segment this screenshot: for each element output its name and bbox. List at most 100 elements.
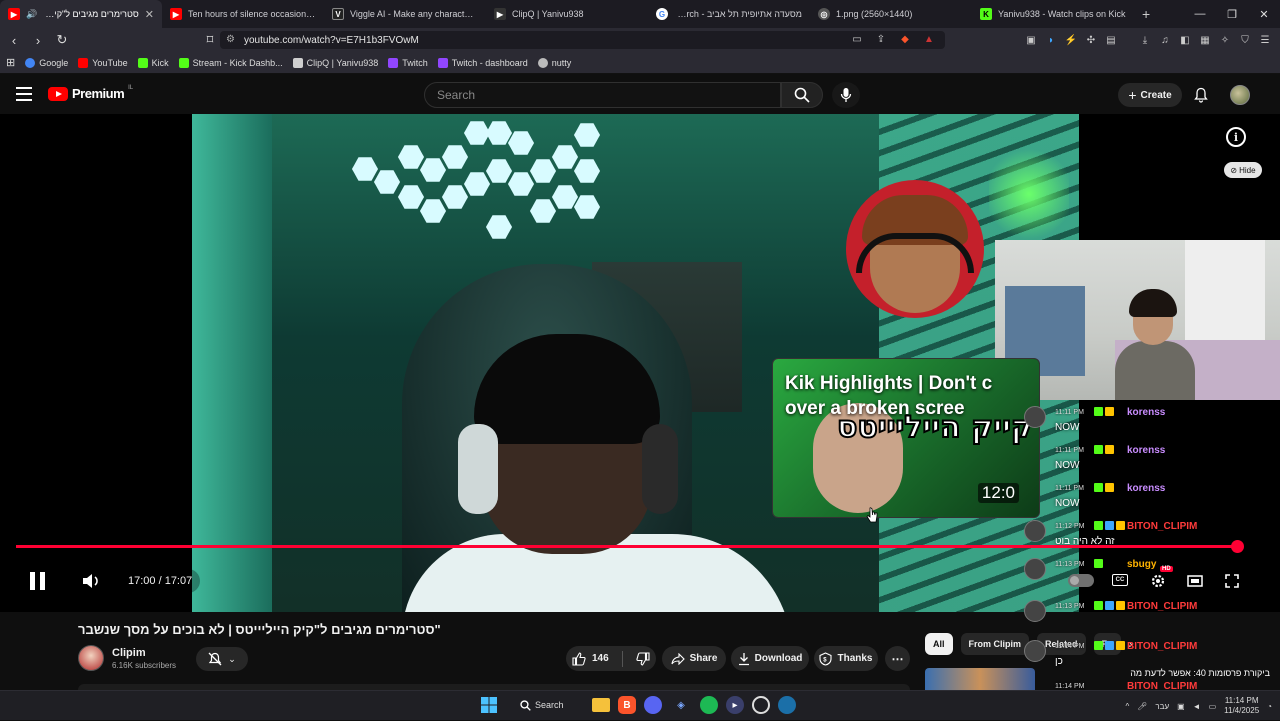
chip-all[interactable]: All: [925, 633, 953, 655]
voice-search-button[interactable]: [832, 82, 860, 108]
more-actions-button[interactable]: ⋯: [885, 646, 910, 671]
site-info-icon[interactable]: ⚙: [226, 34, 235, 45]
autoplay-toggle[interactable]: [1068, 574, 1094, 587]
discord-icon[interactable]: [644, 696, 662, 714]
video-player[interactable]: i ⊘ Hide Kik Highlights | Don't c over a…: [0, 114, 1280, 612]
screen-icon[interactable]: ▭: [850, 32, 864, 46]
download-button[interactable]: Download: [731, 646, 809, 671]
tray-overflow-icon[interactable]: ^: [1125, 702, 1129, 711]
youtube-premium-logo[interactable]: Premium IL: [48, 85, 133, 101]
bookmark-kick-dashboard[interactable]: Stream - Kick Dashb...: [178, 57, 283, 68]
speaker-icon[interactable]: 🔊: [26, 9, 37, 20]
close-tab-icon[interactable]: ✕: [145, 8, 154, 21]
end-screen-video-card[interactable]: Kik Highlights | Don't c over a broken s…: [772, 358, 1040, 518]
settings-button[interactable]: [1148, 571, 1168, 591]
tray-mic-icon[interactable]: 🎤︎: [1137, 702, 1147, 711]
obs-icon[interactable]: [752, 696, 770, 714]
account-avatar[interactable]: [1230, 85, 1250, 105]
progress-scrubber[interactable]: [1231, 540, 1244, 553]
browser-tab[interactable]: G מסעדה אתיופית תל אביב - Search: [648, 0, 810, 28]
channel-name[interactable]: Clipim: [112, 647, 146, 659]
tabs-icon[interactable]: ▤: [1104, 33, 1118, 47]
download-icon: [738, 652, 749, 665]
like-button[interactable]: 146: [572, 651, 609, 666]
theater-mode-button[interactable]: [1185, 571, 1205, 591]
hide-button[interactable]: ⊘ Hide: [1224, 162, 1262, 178]
info-icon[interactable]: i: [1226, 127, 1246, 147]
hexagon-lights: [342, 114, 612, 244]
browser-tab[interactable]: ◎ 1.png (2560×1440): [810, 0, 972, 28]
progress-bar[interactable]: [16, 545, 1237, 548]
brave-rewards-icon[interactable]: ▲: [922, 32, 936, 46]
app-icon[interactable]: ▸: [726, 696, 744, 714]
reload-icon[interactable]: ↻: [52, 30, 72, 50]
share-page-icon[interactable]: ⇪: [874, 32, 888, 46]
thanks-button[interactable]: $ Thanks: [814, 646, 878, 671]
channel-avatar[interactable]: [78, 645, 104, 671]
forward-icon[interactable]: ›: [28, 30, 48, 50]
system-clock[interactable]: 11:14 PM 11/4/2025: [1224, 696, 1259, 716]
leo-icon[interactable]: ✧: [1218, 33, 1232, 47]
extension-icon[interactable]: ⚡: [1064, 33, 1078, 47]
bookmark-icon[interactable]: ⌑: [200, 30, 220, 50]
search-button[interactable]: [781, 82, 823, 108]
browser-tab[interactable]: ▶ Ten hours of silence occasionally bro: [162, 0, 324, 28]
pause-icon[interactable]: [30, 572, 50, 590]
browser-tab-active[interactable]: ▶ 🔊 סטרימרים מגיבים ל"קיק הייל ✕: [0, 0, 162, 28]
subscribed-button[interactable]: ⌄: [196, 647, 248, 671]
bookmark-google[interactable]: Google: [25, 57, 68, 68]
browser-tab[interactable]: V Viggle AI - Make any character move: [324, 0, 486, 28]
extension-icon[interactable]: ◗: [1044, 33, 1058, 47]
url-field[interactable]: ⚙ youtube.com/watch?v=E7H1b3FVOwM: [220, 31, 945, 49]
bookmark-youtube[interactable]: YouTube: [78, 57, 128, 68]
search-input[interactable]: Search: [424, 82, 781, 108]
brave-shield-icon[interactable]: ◆: [898, 32, 912, 46]
related-video-thumbnail[interactable]: [925, 668, 1035, 690]
taskbar-search[interactable]: Search: [520, 694, 578, 716]
steam-icon[interactable]: [778, 696, 796, 714]
puzzle-icon[interactable]: ✣: [1084, 33, 1098, 47]
back-icon[interactable]: ‹: [4, 30, 24, 50]
vpn-icon[interactable]: ⛉: [1238, 33, 1252, 47]
captions-icon[interactable]: CC: [1112, 574, 1128, 586]
wallet-icon[interactable]: ▦: [1198, 33, 1212, 47]
bookmark-clipq[interactable]: ClipQ | Yanivu938: [292, 57, 378, 68]
search-placeholder: Search: [437, 88, 476, 102]
clock-date: 11/4/2025: [1224, 706, 1260, 715]
hide-label: Hide: [1239, 165, 1256, 175]
browser-tab[interactable]: K Yanivu938 - Watch clips on Kick: [972, 0, 1134, 28]
apps-grid-icon[interactable]: ⊞: [6, 56, 15, 69]
volume-icon[interactable]: [82, 573, 102, 589]
bookmark-nutty[interactable]: nutty: [537, 57, 571, 68]
notifications-button[interactable]: [1192, 86, 1210, 104]
browser-tab[interactable]: ▶ ClipQ | Yanivu938: [486, 0, 648, 28]
fullscreen-button[interactable]: [1222, 571, 1242, 591]
spotify-icon[interactable]: [700, 696, 718, 714]
network-icon[interactable]: ▣: [1177, 702, 1185, 711]
speaker-icon[interactable]: ◄: [1193, 702, 1201, 711]
close-window-icon[interactable]: ✕: [1248, 0, 1280, 28]
vpn-app-icon[interactable]: ◈: [670, 694, 692, 716]
chip-from-channel[interactable]: From Clipim: [960, 633, 1030, 655]
bookmark-kick[interactable]: Kick: [137, 57, 169, 68]
sidebar-icon[interactable]: ◧: [1178, 33, 1192, 47]
bookmark-twitch-dashboard[interactable]: Twitch - dashboard: [437, 57, 528, 68]
media-icon[interactable]: ♫: [1158, 33, 1172, 47]
windows-start-icon[interactable]: [478, 694, 500, 716]
guide-menu-icon[interactable]: [16, 87, 32, 101]
menu-icon[interactable]: ☰: [1258, 33, 1272, 47]
dislike-button[interactable]: [636, 651, 650, 666]
battery-icon[interactable]: ▭: [1209, 702, 1217, 711]
new-tab-icon[interactable]: +: [1142, 6, 1150, 22]
download-icon[interactable]: ⤓: [1138, 33, 1152, 47]
share-button[interactable]: Share: [662, 646, 726, 671]
bookmark-twitch[interactable]: Twitch: [388, 57, 428, 68]
create-button[interactable]: + Create: [1118, 83, 1182, 107]
language-indicator[interactable]: עבר: [1155, 702, 1169, 711]
extension-icon[interactable]: ▣: [1024, 33, 1038, 47]
brave-icon[interactable]: B: [618, 696, 636, 714]
minimize-icon[interactable]: —: [1184, 0, 1216, 28]
file-explorer-icon[interactable]: [592, 698, 610, 712]
notification-bell-icon[interactable]: ◔: [1267, 702, 1272, 711]
maximize-icon[interactable]: ❐: [1216, 0, 1248, 28]
